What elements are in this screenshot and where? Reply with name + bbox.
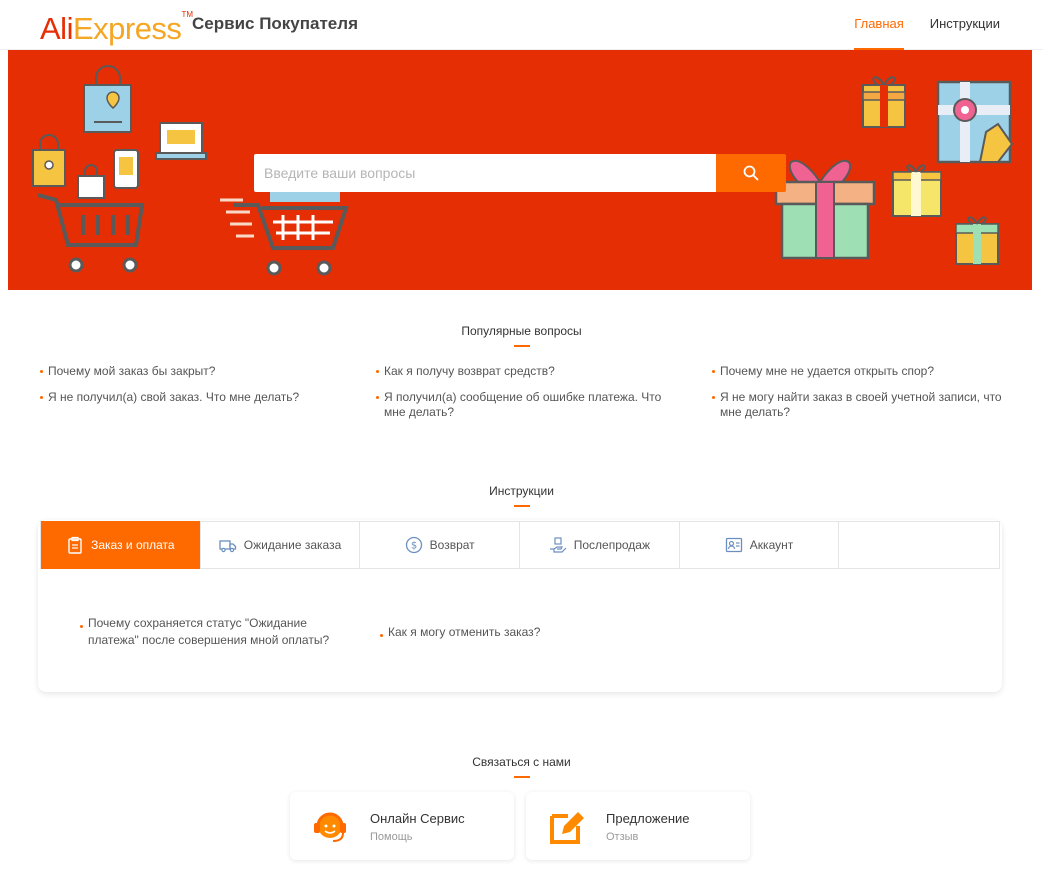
contact-title: Связаться с нами xyxy=(0,755,1043,778)
search-icon xyxy=(743,165,759,181)
header: AliExpress TM Сервис Покупателя Главная … xyxy=(0,0,1043,50)
instructions-title-text: Инструкции xyxy=(489,484,554,498)
faq-link[interactable]: Я получил(а) сообщение об ошибке платежа… xyxy=(376,390,674,420)
small-bag-icon xyxy=(77,164,105,199)
orange-gift-icon xyxy=(862,76,906,128)
title-underline xyxy=(513,505,530,507)
faq-link[interactable]: Почему мой заказ бы закрыт? xyxy=(40,364,340,379)
aliexpress-logo[interactable]: AliExpress TM xyxy=(40,4,193,44)
instructions-title: Инструкции xyxy=(0,484,1043,507)
svg-text:$: $ xyxy=(410,541,416,552)
hero-banner xyxy=(8,50,1032,290)
big-gift-icon xyxy=(774,159,876,260)
contact-card-subtitle: Отзыв xyxy=(606,831,639,843)
popular-questions-title-text: Популярные вопросы xyxy=(461,324,582,338)
faq-link[interactable]: Почему мне не удается открыть спор? xyxy=(712,364,1002,379)
shopping-bag-icon xyxy=(83,65,132,133)
nav-item-home[interactable]: Главная xyxy=(854,0,904,50)
tab-label: Послепродаж xyxy=(573,538,650,552)
contact-card-title: Предложение xyxy=(606,811,690,826)
contact-card-title: Онлайн Сервис xyxy=(370,811,465,826)
instruction-link[interactable]: Почему сохраняется статус "Ожидание плат… xyxy=(80,615,350,649)
tab-account[interactable]: Аккаунт xyxy=(680,522,840,568)
cart-left-icon xyxy=(37,193,145,247)
nav-item-instructions[interactable]: Инструкции xyxy=(930,0,1000,50)
logo-wordmark: AliExpress xyxy=(40,11,182,46)
contact-title-text: Связаться с нами xyxy=(472,755,571,769)
logo-express-text: Express xyxy=(72,11,182,46)
green-gift-icon xyxy=(955,216,999,265)
instructions-tabs: Заказ и оплата Ожидание заказа $ Возврат… xyxy=(40,521,1000,569)
title-underline xyxy=(513,345,530,347)
faq-column-3: Почему мне не удается открыть спор? Я не… xyxy=(712,364,1002,431)
cart-middle-icon xyxy=(220,192,349,276)
service-title: Сервис Покупателя xyxy=(192,14,358,33)
faq-column-1: Почему мой заказ бы закрыт? Я не получил… xyxy=(40,364,340,416)
account-icon xyxy=(725,536,743,554)
logo-ali-text: Ali xyxy=(40,11,73,46)
truck-icon xyxy=(219,536,237,554)
edit-icon xyxy=(546,806,586,846)
faq-link[interactable]: Я не могу найти заказ в своей учетной за… xyxy=(712,390,1002,420)
faq-link[interactable]: Как я получу возврат средств? xyxy=(376,364,674,379)
instruction-link[interactable]: Как я могу отменить заказ? xyxy=(380,624,650,641)
tab-after-sales[interactable]: Послепродаж xyxy=(520,522,680,568)
faq-column-2: Как я получу возврат средств? Я получил(… xyxy=(376,364,674,431)
tab-label: Заказ и оплата xyxy=(91,538,175,552)
contact-card-subtitle: Помощь xyxy=(370,831,413,843)
phone-icon xyxy=(113,149,139,189)
popular-questions-title: Популярные вопросы xyxy=(0,324,1043,347)
top-nav: Главная Инструкции xyxy=(828,0,1000,50)
clipboard-icon xyxy=(66,536,84,554)
laptop-icon xyxy=(155,122,207,160)
faq-link[interactable]: Я не получил(а) свой заказ. Что мне дела… xyxy=(40,390,340,405)
blue-gift-icon xyxy=(936,80,1014,164)
tab-label: Аккаунт xyxy=(749,538,794,552)
headset-icon xyxy=(310,806,350,846)
hand-box-icon xyxy=(549,536,567,554)
dollar-icon: $ xyxy=(405,536,423,554)
search-button[interactable] xyxy=(716,154,786,192)
suggestion-card[interactable]: Предложение Отзыв xyxy=(526,792,750,860)
instructions-panel: Заказ и оплата Ожидание заказа $ Возврат… xyxy=(38,520,1002,692)
online-service-card[interactable]: Онлайн Сервис Помощь xyxy=(290,792,514,860)
tab-refund[interactable]: $ Возврат xyxy=(360,522,521,568)
yellow-gift-icon xyxy=(892,164,942,217)
title-underline xyxy=(513,776,530,778)
search-input[interactable] xyxy=(254,154,716,192)
tab-awaiting-order[interactable]: Ожидание заказа xyxy=(201,522,361,568)
tab-empty xyxy=(839,522,999,568)
tab-order-payment[interactable]: Заказ и оплата xyxy=(41,521,201,569)
yellow-bag-icon xyxy=(32,134,66,187)
tab-label: Ожидание заказа xyxy=(243,538,342,552)
tab-label: Возврат xyxy=(429,538,475,552)
